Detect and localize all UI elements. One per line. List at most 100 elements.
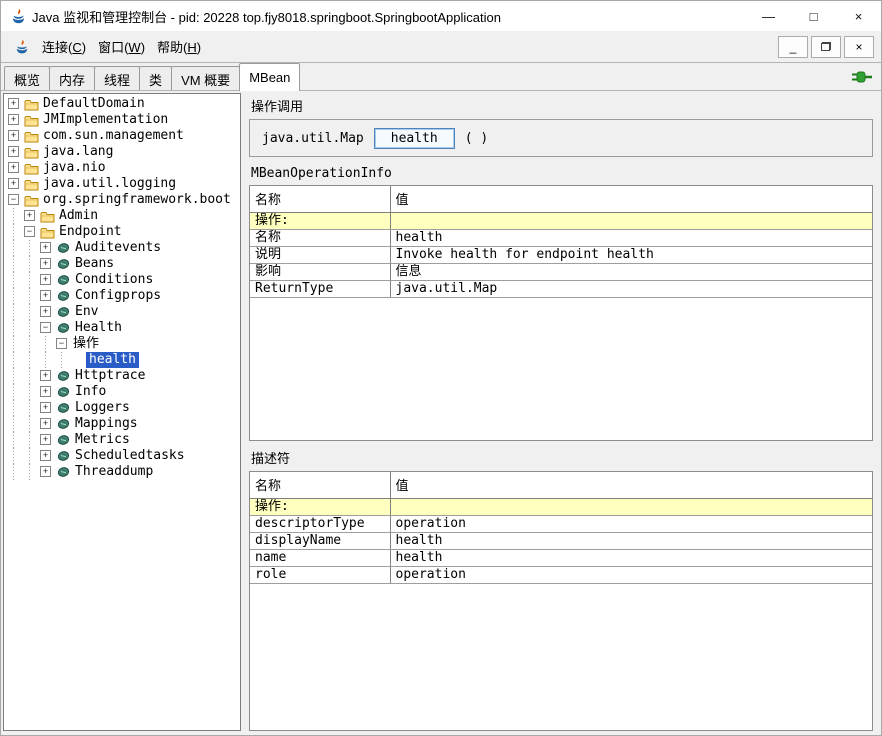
mbean-tree[interactable]: + DefaultDomain + JMImplementation + com.sun.… [3, 93, 241, 731]
tree-item-Endpoint[interactable]: − Endpoint [6, 224, 240, 240]
tree-item-label[interactable]: health [86, 352, 139, 368]
tree-item-DefaultDomain[interactable]: + DefaultDomain [6, 96, 240, 112]
tree-item-health[interactable]: health [6, 352, 240, 368]
menu-item[interactable]: 帮助(H) [151, 33, 207, 60]
menu-item[interactable]: 窗口(W) [92, 33, 151, 60]
tab-MBean[interactable]: MBean [239, 63, 300, 91]
window-maximize-button[interactable]: □ [791, 1, 836, 31]
tree-item-label[interactable]: java.nio [40, 160, 109, 176]
tree-item-label[interactable]: Env [72, 304, 101, 320]
tree-item-Beans[interactable]: + Beans [6, 256, 240, 272]
tree-expand-icon[interactable]: + [38, 304, 54, 320]
tree-item-label[interactable]: DefaultDomain [40, 96, 148, 112]
table-row[interactable]: 操作: [250, 498, 872, 515]
tree-expand-icon[interactable]: + [38, 400, 54, 416]
tree-item-Admin[interactable]: + Admin [6, 208, 240, 224]
column-header[interactable]: 名称 [250, 472, 390, 498]
tree-item-Threaddump[interactable]: + Threaddump [6, 464, 240, 480]
tree-item-label[interactable]: Admin [56, 208, 101, 224]
tree-item-java.lang[interactable]: + java.lang [6, 144, 240, 160]
tree-item-label[interactable]: Metrics [72, 432, 133, 448]
table-row[interactable]: 操作: [250, 212, 872, 229]
tree-item-JMImplementation[interactable]: + JMImplementation [6, 112, 240, 128]
tree-item-Health[interactable]: − Health [6, 320, 240, 336]
tree-item-label[interactable]: Conditions [72, 272, 156, 288]
tree-collapse-icon[interactable]: − [54, 336, 70, 352]
tree-expand-icon[interactable]: + [38, 464, 54, 480]
frame-minimize-button[interactable]: _ [778, 36, 808, 58]
column-header[interactable]: 值 [390, 472, 872, 498]
window-minimize-button[interactable]: — [746, 1, 791, 31]
tree-item-label[interactable]: Loggers [72, 400, 133, 416]
tree-item-org.springframework.boot[interactable]: − org.springframework.boot [6, 192, 240, 208]
menu-item[interactable]: 连接(C) [36, 33, 92, 60]
tree-item-Conditions[interactable]: + Conditions [6, 272, 240, 288]
table-row[interactable]: namehealth [250, 549, 872, 566]
tree-item-java.nio[interactable]: + java.nio [6, 160, 240, 176]
tree-item-Auditevents[interactable]: + Auditevents [6, 240, 240, 256]
table-row[interactable]: roleoperation [250, 566, 872, 583]
tree-item-label[interactable]: com.sun.management [40, 128, 187, 144]
tree-item-Loggers[interactable]: + Loggers [6, 400, 240, 416]
table-row[interactable]: descriptorTypeoperation [250, 515, 872, 532]
tree-item-Info[interactable]: + Info [6, 384, 240, 400]
tree-item-label[interactable]: Configprops [72, 288, 164, 304]
tree-item-Httptrace[interactable]: + Httptrace [6, 368, 240, 384]
tree-item-label[interactable]: Auditevents [72, 240, 164, 256]
column-header[interactable]: 名称 [250, 186, 390, 212]
table-row[interactable]: 影响信息 [250, 263, 872, 280]
window-close-button[interactable]: × [836, 1, 881, 31]
tree-item-label[interactable]: Httptrace [72, 368, 148, 384]
tree-item-label[interactable]: java.lang [40, 144, 116, 160]
table-row[interactable]: displayNamehealth [250, 532, 872, 549]
tab-内存[interactable]: 内存 [49, 66, 95, 90]
tab-类[interactable]: 类 [139, 66, 172, 90]
tree-expand-icon[interactable]: + [38, 432, 54, 448]
tree-item-Env[interactable]: + Env [6, 304, 240, 320]
tree-collapse-icon[interactable]: − [38, 320, 54, 336]
tree-item-Scheduledtasks[interactable]: +Scheduledtasks [6, 448, 240, 464]
table-row[interactable]: 说明Invoke health for endpoint health [250, 246, 872, 263]
tree-item-Metrics[interactable]: + Metrics [6, 432, 240, 448]
tree-expand-icon[interactable]: + [38, 288, 54, 304]
tree-expand-icon[interactable]: + [6, 160, 22, 176]
column-header[interactable]: 值 [390, 186, 872, 212]
frame-close-button[interactable]: × [844, 36, 874, 58]
invoke-health-button[interactable]: health [374, 128, 455, 149]
tree-item-label[interactable]: Mappings [72, 416, 141, 432]
tree-item-label[interactable]: Health [72, 320, 125, 336]
tree-item-Configprops[interactable]: + Configprops [6, 288, 240, 304]
tree-expand-icon[interactable]: + [38, 448, 54, 464]
frame-restore-button[interactable] [811, 36, 841, 58]
tree-item-label[interactable]: JMImplementation [40, 112, 171, 128]
tree-expand-icon[interactable]: + [6, 144, 22, 160]
tree-item-label[interactable]: Endpoint [56, 224, 125, 240]
tree-item-java.util.logging[interactable]: +java.util.logging [6, 176, 240, 192]
tree-item-label[interactable]: 操作 [70, 336, 102, 352]
tree-expand-icon[interactable]: + [22, 208, 38, 224]
tree-item-label[interactable]: java.util.logging [40, 176, 179, 192]
tree-expand-icon[interactable]: + [38, 416, 54, 432]
tree-item-label[interactable]: Threaddump [72, 464, 156, 480]
tree-collapse-icon[interactable]: − [22, 224, 38, 240]
tree-expand-icon[interactable]: + [38, 368, 54, 384]
tree-item-Mappings[interactable]: + Mappings [6, 416, 240, 432]
tree-item-label[interactable]: org.springframework.boot [40, 192, 234, 208]
tree-expand-icon[interactable]: + [38, 256, 54, 272]
tree-item-label[interactable]: Beans [72, 256, 117, 272]
table-row[interactable]: 名称health [250, 229, 872, 246]
tree-expand-icon[interactable]: + [6, 96, 22, 112]
tree-item-操作[interactable]: −操作 [6, 336, 240, 352]
tree-expand-icon[interactable]: + [6, 112, 22, 128]
tab-VM 概要[interactable]: VM 概要 [171, 66, 240, 90]
tree-expand-icon[interactable]: + [38, 240, 54, 256]
tree-item-label[interactable]: Info [72, 384, 109, 400]
tree-collapse-icon[interactable]: − [6, 192, 22, 208]
table-row[interactable]: ReturnTypejava.util.Map [250, 280, 872, 297]
tree-expand-icon[interactable]: + [38, 384, 54, 400]
tab-概览[interactable]: 概览 [4, 66, 50, 90]
tree-item-com.sun.management[interactable]: + com.sun.management [6, 128, 240, 144]
tree-expand-icon[interactable]: + [6, 128, 22, 144]
tree-expand-icon[interactable]: + [38, 272, 54, 288]
tab-线程[interactable]: 线程 [94, 66, 140, 90]
